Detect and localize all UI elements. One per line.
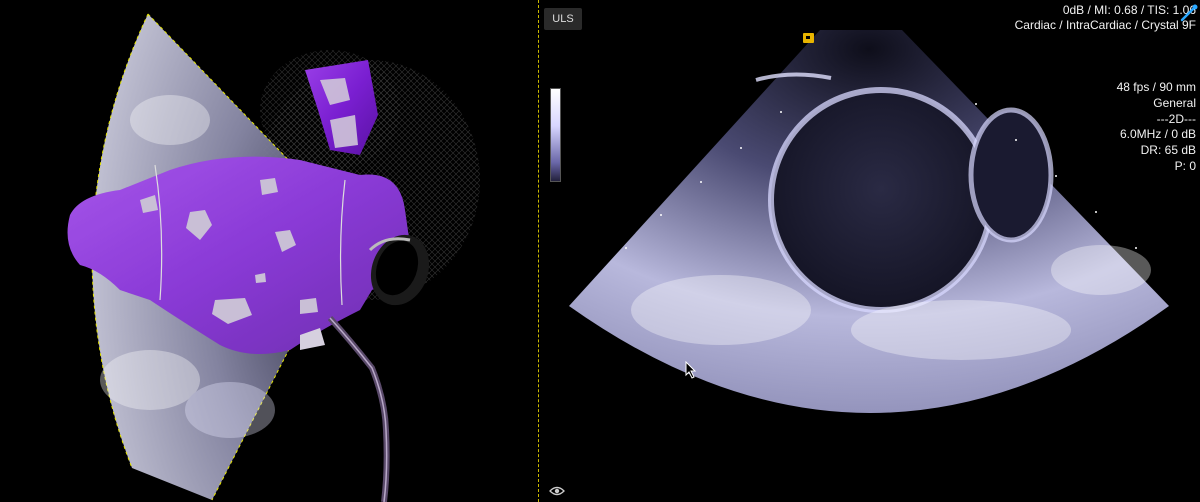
3d-map-view[interactable]	[0, 0, 537, 502]
acoustic-status: 0dB / MI: 0.68 / TIS: 1.06 Cardiac / Int…	[1015, 3, 1196, 33]
3d-map-canvas	[67, 13, 480, 502]
orientation-marker-icon	[803, 33, 814, 43]
param-mode: ---2D---	[1156, 111, 1196, 126]
mouse-cursor-icon	[685, 361, 697, 379]
image-parameters: 48 fps / 90 mm General ---2D--- 6.0MHz /…	[1117, 80, 1196, 175]
grayscale-bar	[550, 88, 561, 182]
param-power: P: 0	[1174, 158, 1196, 173]
ultrasound-2d-view[interactable]: ULS 0dB / MI: 0.68 / TIS: 1.06 Cardiac /…	[541, 0, 1200, 502]
uls-mode-badge[interactable]: ULS	[544, 8, 582, 30]
param-dynamic-range: DR: 65 dB	[1140, 143, 1196, 158]
param-preset: General	[1153, 95, 1196, 110]
catheter	[327, 315, 390, 502]
acoustic-output-line: 0dB / MI: 0.68 / TIS: 1.06	[1062, 3, 1196, 17]
param-frequency-gain: 6.0MHz / 0 dB	[1119, 127, 1196, 142]
eye-icon[interactable]	[549, 485, 565, 497]
ultrasound-image	[569, 30, 1169, 413]
probe-icon[interactable]	[1178, 2, 1200, 24]
preset-line: Cardiac / IntraCardiac / Crystal 9F	[1014, 18, 1196, 32]
param-frame-rate: 48 fps / 90 mm	[1116, 80, 1196, 94]
